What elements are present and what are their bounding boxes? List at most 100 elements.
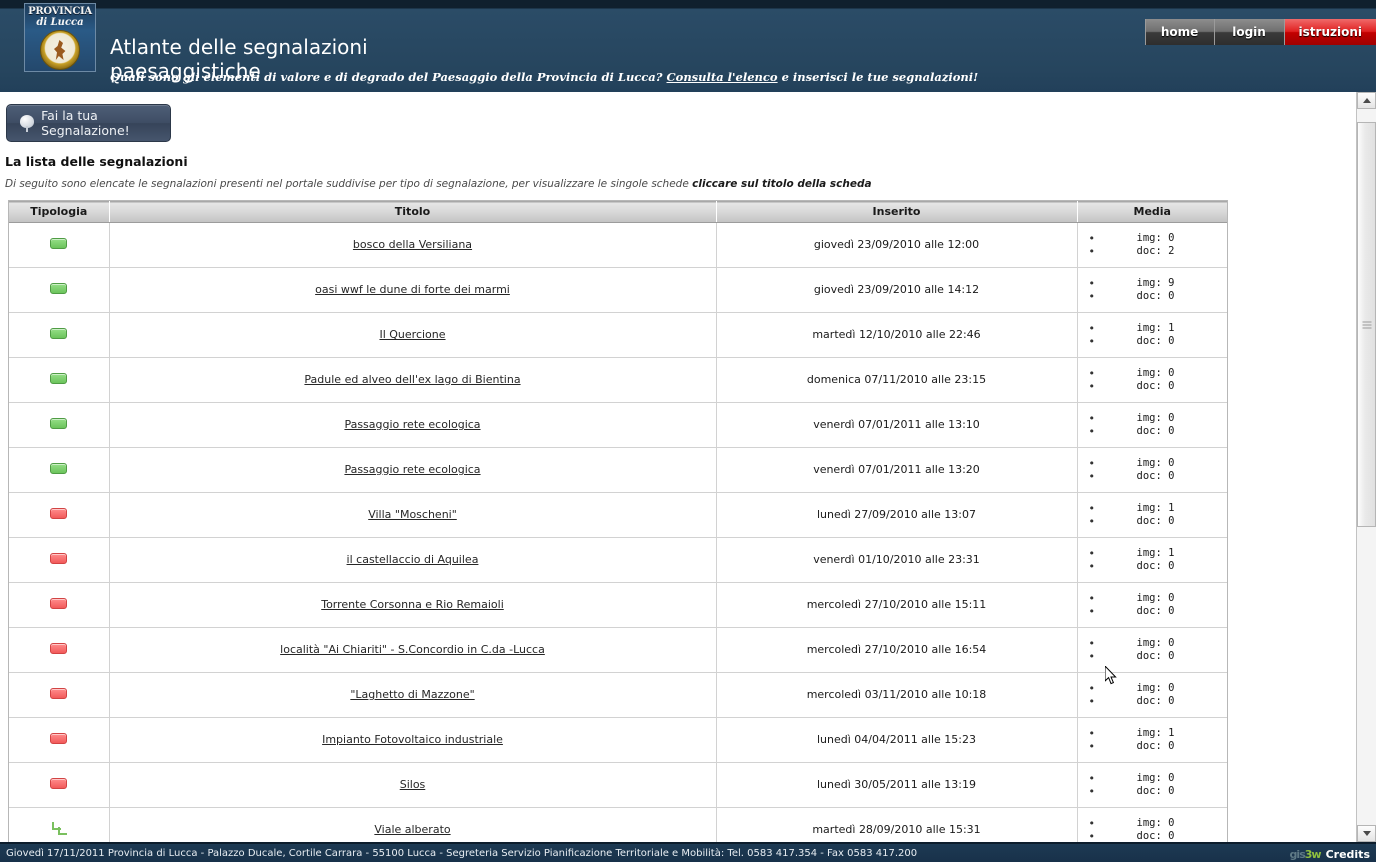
cell-inserito: lunedì 30/05/2011 alle 13:19	[716, 762, 1078, 808]
segnalazione-title-link[interactable]: bosco della Versiliana	[353, 238, 472, 251]
table-row: Passaggio rete ecologica venerdì 07/01/20…	[9, 402, 1227, 448]
segnalazione-title-link[interactable]: Villa "Moscheni"	[368, 508, 457, 521]
vertical-scrollbar[interactable]	[1356, 92, 1376, 842]
media-bullet	[1089, 785, 1107, 798]
cell-inserito: domenica 07/11/2010 alle 23:15	[716, 357, 1078, 403]
cell-tipologia	[9, 762, 110, 808]
tipologia-polygon-green-icon	[50, 417, 68, 429]
scroll-up-button[interactable]	[1357, 92, 1376, 109]
column-header-inserito[interactable]: Inserito	[716, 201, 1078, 223]
nav-button-istruzioni[interactable]: istruzioni	[1284, 19, 1376, 45]
media-cell-inner: img: 0doc: 0	[1079, 817, 1227, 843]
media-img-count: img: 0	[1136, 771, 1175, 784]
logo-text-provincia: PROVINCIA	[28, 6, 92, 17]
media-bullet-list	[1089, 502, 1107, 528]
chevron-up-icon	[1362, 98, 1371, 103]
cell-media: img: 0doc: 0	[1077, 807, 1227, 842]
media-bullet-list	[1089, 277, 1107, 303]
cell-tipologia	[9, 312, 110, 358]
media-doc-count: doc: 0	[1136, 694, 1175, 707]
footer-contact-text: Giovedì 17/11/2011 Provincia di Lucca - …	[6, 848, 918, 859]
cell-titolo: Torrente Corsonna e Rio Remaioli	[109, 582, 717, 628]
media-cell-inner: img: 0doc: 0	[1079, 592, 1227, 618]
media-bullet-list	[1089, 322, 1107, 348]
cell-media: img: 9doc: 0	[1077, 267, 1227, 313]
media-cell-inner: img: 0doc: 0	[1079, 637, 1227, 663]
media-bullet-list	[1089, 457, 1107, 483]
segnalazione-title-link[interactable]: Impianto Fotovoltaico industriale	[322, 733, 503, 746]
media-doc-count: doc: 0	[1136, 379, 1175, 392]
segnalazione-title-link[interactable]: Il Quercione	[379, 328, 445, 341]
segnalazione-title-link[interactable]: località "Ai Chiariti" - S.Concordio in …	[280, 643, 545, 656]
media-bullet	[1089, 605, 1107, 618]
cell-titolo: "Laghetto di Mazzone"	[109, 672, 717, 718]
media-doc-count: doc: 0	[1136, 289, 1175, 302]
media-bullet	[1089, 322, 1107, 335]
cell-inserito: mercoledì 27/10/2010 alle 15:11	[716, 582, 1078, 628]
media-bullet-list	[1089, 592, 1107, 618]
cell-media: img: 0doc: 0	[1077, 582, 1227, 628]
segnalazione-title-link[interactable]: "Laghetto di Mazzone"	[350, 688, 474, 701]
segnalazione-title-link[interactable]: Torrente Corsonna e Rio Remaioli	[321, 598, 504, 611]
column-header-tipologia[interactable]: Tipologia	[9, 201, 110, 223]
cell-inserito: venerdì 01/10/2010 alle 23:31	[716, 537, 1078, 583]
scrollbar-track[interactable]	[1357, 109, 1376, 825]
media-bullet	[1089, 470, 1107, 483]
segnalazione-title-link[interactable]: Silos	[400, 778, 426, 791]
column-header-titolo[interactable]: Titolo	[109, 201, 717, 223]
media-bullet-list	[1089, 412, 1107, 438]
segnalazione-title-link[interactable]: oasi wwf le dune di forte dei marmi	[315, 283, 510, 296]
segnalazione-title-link[interactable]: Passaggio rete ecologica	[344, 418, 480, 431]
cell-titolo: Impianto Fotovoltaico industriale	[109, 717, 717, 763]
provincia-di-lucca-logo[interactable]: PROVINCIA di Lucca	[24, 3, 96, 72]
media-values: img: 0 doc: 2	[1137, 232, 1175, 258]
tipologia-polygon-red-icon	[50, 687, 68, 699]
scrollbar-thumb[interactable]	[1357, 122, 1376, 527]
cell-tipologia	[9, 807, 110, 842]
table-row: Villa "Moscheni" lunedì 27/09/2010 alle 1…	[9, 492, 1227, 538]
media-bullet	[1089, 682, 1107, 695]
media-bullet	[1089, 817, 1107, 830]
media-values: img: 0 doc: 0	[1137, 682, 1175, 708]
media-bullet-list	[1089, 637, 1107, 663]
table-row: Viale alberato martedì 28/09/2010 alle 15…	[9, 807, 1227, 842]
tipologia-polygon-red-icon	[50, 732, 68, 744]
credits-link[interactable]: Credits	[1326, 848, 1370, 861]
header-tagline: Quali sono gli elementi di valore e di d…	[110, 70, 978, 84]
fai-la-tua-segnalazione-label: Fai la tua Segnalazione!	[41, 108, 130, 138]
media-values: img: 0 doc: 0	[1137, 412, 1175, 438]
scroll-down-button[interactable]	[1357, 825, 1376, 842]
gis3w-logo-icon[interactable]: gis3w	[1290, 848, 1322, 861]
segnalazione-title-link[interactable]: Padule ed alveo dell'ex lago di Bientina	[304, 373, 520, 386]
column-header-media[interactable]: Media	[1077, 201, 1227, 223]
top-navigation: home login istruzioni	[1144, 19, 1376, 45]
media-doc-count: doc: 0	[1136, 424, 1175, 437]
media-bullet	[1089, 425, 1107, 438]
table-row: "Laghetto di Mazzone" mercoledì 03/11/201…	[9, 672, 1227, 718]
media-img-count: img: 1	[1136, 501, 1175, 514]
media-img-count: img: 0	[1136, 366, 1175, 379]
segnalazione-title-link[interactable]: Passaggio rete ecologica	[344, 463, 480, 476]
cell-inserito: lunedì 04/04/2011 alle 15:23	[716, 717, 1078, 763]
media-bullet	[1089, 830, 1107, 843]
nav-button-home[interactable]: home	[1144, 19, 1215, 45]
cell-titolo: Viale alberato	[109, 807, 717, 842]
media-img-count: img: 0	[1136, 816, 1175, 829]
chevron-down-icon	[1362, 831, 1371, 836]
segnalazione-title-link[interactable]: il castellaccio di Aquilea	[347, 553, 479, 566]
nav-button-login[interactable]: login	[1214, 19, 1285, 45]
segnalazione-title-link[interactable]: Viale alberato	[374, 823, 450, 836]
cell-media: img: 0doc: 0	[1077, 627, 1227, 673]
media-cell-inner: img: 1doc: 0	[1079, 502, 1227, 528]
cell-inserito: lunedì 27/09/2010 alle 13:07	[716, 492, 1078, 538]
fai-la-tua-segnalazione-button[interactable]: Fai la tua Segnalazione!	[6, 104, 171, 142]
site-footer: Giovedì 17/11/2011 Provincia di Lucca - …	[0, 842, 1376, 862]
cell-titolo: Il Quercione	[109, 312, 717, 358]
table-row: bosco della Versiliana giovedì 23/09/2010…	[9, 222, 1227, 268]
media-values: img: 0 doc: 0	[1137, 817, 1175, 843]
consulta-elenco-link[interactable]: Consulta l'elenco	[667, 70, 778, 84]
cell-tipologia	[9, 222, 110, 268]
cell-titolo: bosco della Versiliana	[109, 222, 717, 268]
media-values: img: 0 doc: 0	[1137, 457, 1175, 483]
cell-media: img: 0doc: 2	[1077, 222, 1227, 268]
